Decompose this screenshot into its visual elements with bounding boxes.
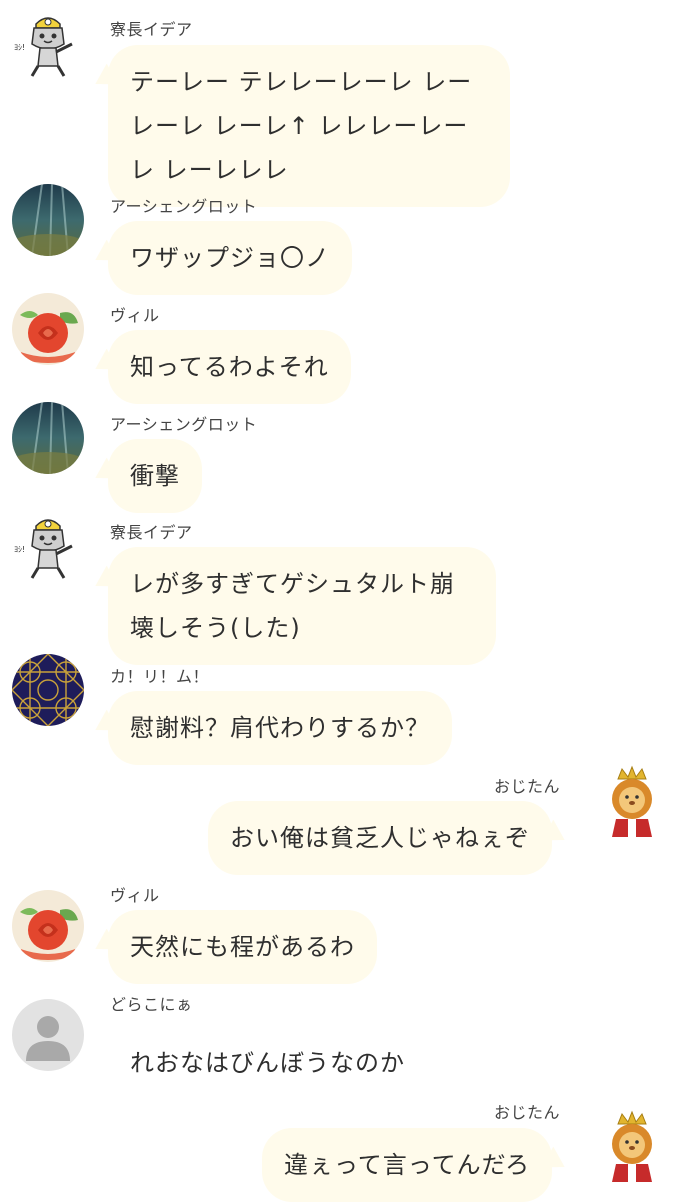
message-bubble[interactable]: 衝撃 (108, 439, 202, 513)
sender-name: アーシェングロット (110, 415, 258, 434)
sender-name: ヴィル (110, 886, 160, 905)
sender-name: どらこにぁ (110, 995, 193, 1014)
underwater-scene-icon[interactable] (12, 184, 84, 256)
default-user-icon[interactable] (12, 999, 84, 1071)
message-bubble[interactable]: テーレー テレレーレーレ レーレーレ レーレ↑ レレレーレーレ レーレレレ (108, 45, 510, 207)
sender-name: アーシェングロット (110, 197, 258, 216)
message-bubble[interactable]: レが多すぎてゲシュタルト崩壊しそう(した) (108, 547, 496, 665)
geometric-pattern-icon[interactable] (12, 654, 84, 726)
lion-king-icon[interactable] (596, 1110, 668, 1182)
lion-king-icon[interactable] (596, 765, 668, 837)
svg-text:ﾖｼ!: ﾖｼ! (14, 43, 25, 52)
tomato-rose-icon[interactable] (12, 890, 84, 962)
message-bubble[interactable]: 天然にも程があるわ (108, 910, 377, 984)
message-bubble[interactable]: 違ぇって言ってんだろ (262, 1128, 553, 1202)
svg-text:ﾖｼ!: ﾖｼ! (14, 545, 25, 554)
sender-name: 寮長イデア (110, 20, 193, 39)
sender-name: おじたん (494, 1103, 561, 1122)
sender-name: 寮長イデア (110, 523, 193, 542)
sender-name: カ！リ！ム！ (110, 667, 210, 686)
tomato-rose-icon[interactable] (12, 293, 84, 365)
sender-name: おじたん (494, 777, 561, 796)
message-bubble[interactable]: ワザップジョ〇ノ (108, 221, 352, 295)
message-bubble[interactable]: おい俺は貧乏人じゃねぇぞ (208, 801, 552, 875)
cat-hardhat-icon[interactable]: ﾖｼ! (12, 512, 84, 584)
cat-hardhat-icon[interactable]: ﾖｼ! (12, 10, 84, 82)
underwater-scene-icon[interactable] (12, 402, 84, 474)
message-bubble[interactable]: れおなはびんぼうなのか (108, 1026, 427, 1100)
message-bubble[interactable]: 知ってるわよそれ (108, 330, 351, 404)
sender-name: ヴィル (110, 306, 160, 325)
message-bubble[interactable]: 慰謝料？肩代わりするか？ (108, 691, 452, 765)
